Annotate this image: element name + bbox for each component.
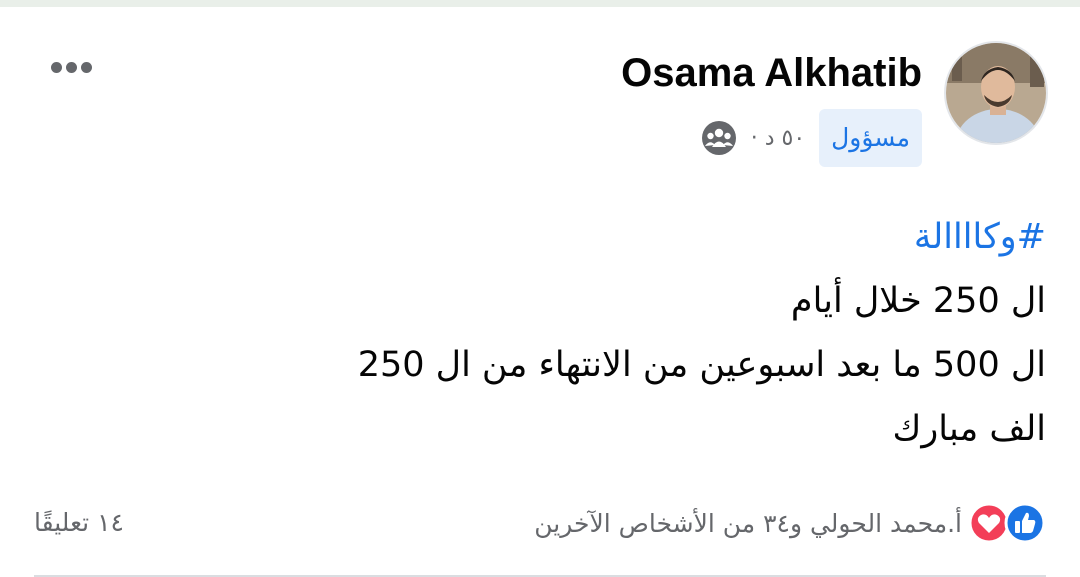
avatar-image — [946, 43, 1046, 143]
more-dot — [80, 61, 92, 73]
author-name[interactable]: Osama Alkhatib — [621, 47, 922, 99]
post-timestamp[interactable]: ٥٠ د · — [751, 126, 805, 151]
reactions-summary[interactable]: أ.محمد الحولي و٣٤ من الأشخاص الآخرين — [534, 501, 1046, 545]
post-text-line: الف مبارك — [892, 409, 1046, 449]
top-strip — [0, 0, 1080, 7]
post-text-line: ال 500 ما بعد اسبوعين من الانتهاء من ال … — [357, 345, 1046, 385]
more-dot — [65, 61, 77, 73]
post-meta: مسؤول ٥٠ د · — [701, 109, 922, 167]
post-card: Osama Alkhatib مسؤول ٥٠ د · #وكاااالة ال… — [0, 7, 1080, 577]
like-reaction-icon — [1004, 502, 1046, 544]
role-badge[interactable]: مسؤول — [819, 109, 922, 167]
avatar[interactable] — [944, 41, 1048, 145]
reactions-text: أ.محمد الحولي و٣٤ من الأشخاص الآخرين — [534, 508, 962, 538]
post-text-line: ال 250 خلال أيام — [790, 281, 1046, 321]
group-audience-icon[interactable] — [701, 120, 737, 156]
comments-count[interactable]: ١٤ تعليقًا — [34, 501, 124, 545]
hashtag-link[interactable]: #وكاااالة — [46, 205, 1046, 269]
more-options-button[interactable] — [42, 55, 100, 79]
more-horizontal-icon — [50, 61, 62, 73]
post-body: #وكاااالة ال 250 خلال أيام ال 500 ما بعد… — [46, 205, 1046, 461]
